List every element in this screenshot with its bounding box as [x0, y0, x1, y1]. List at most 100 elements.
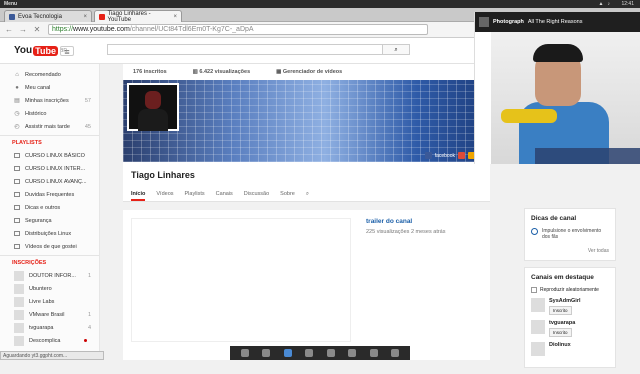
channel-avatar[interactable]	[127, 83, 179, 131]
channel-name: Tiago Linhares	[131, 170, 195, 180]
network-icon[interactable]: ▲	[599, 1, 604, 7]
tab-evoa[interactable]: Evoa Tecnologia ×	[4, 10, 92, 22]
sidebar-item-inscricoes[interactable]: ▤ Minhas inscrições 57	[0, 94, 99, 107]
channel-banner: facebook	[123, 80, 490, 162]
facebook-favicon-icon	[9, 13, 15, 20]
avatar-figure-face	[145, 91, 161, 109]
channel-avatar	[14, 309, 24, 320]
subscription-item[interactable]: tvguarapa 4	[0, 321, 99, 334]
playlist-icon	[14, 205, 20, 210]
featured-title: Canais em destaque	[531, 274, 594, 281]
facebook-link[interactable]: facebook	[435, 153, 455, 159]
channel-header: Tiago Linhares Início Vídeos Playlists C…	[123, 162, 490, 202]
trash-icon[interactable]	[391, 349, 400, 357]
video-manager-link[interactable]: ▦ Gerenciador de vídeos	[276, 69, 342, 75]
subscriber-count: 176 inscritos	[133, 69, 167, 75]
featured-channels-card: Canais em destaque Reproduzir aleatoriam…	[524, 267, 616, 368]
sidebar-item-historico[interactable]: ◷ Histórico	[0, 107, 99, 120]
editor-icon[interactable]	[369, 349, 378, 357]
search-button[interactable]: ⌕	[382, 44, 410, 55]
subscription-item[interactable]: Livre Labs	[0, 295, 99, 308]
album-art-icon	[479, 17, 489, 27]
sidebar-item-label: Recomendado	[25, 71, 61, 78]
sidebar-item-meu-canal[interactable]: ● Meu canal	[0, 81, 99, 94]
subscription-item[interactable]: Ubuntero	[0, 282, 99, 295]
tip-text: Impulsione o envolvimento dos fãs	[542, 228, 602, 240]
settings-icon[interactable]	[305, 349, 314, 357]
playlist-icon	[14, 218, 20, 223]
stop-icon[interactable]: ✕	[32, 25, 42, 35]
playlist-item[interactable]: Segurança	[0, 214, 99, 227]
guide-menu-icon[interactable]: ≡	[60, 46, 74, 57]
search-input[interactable]	[107, 44, 410, 55]
subscription-label: DOUTOR INFOR...	[29, 272, 76, 279]
playlist-item[interactable]: CURSO LINUX BÁSICO	[0, 149, 99, 162]
forward-icon[interactable]: →	[18, 25, 28, 35]
subscribed-button[interactable]: Inscrito	[549, 328, 572, 337]
playlist-icon	[14, 192, 20, 197]
tab-canais[interactable]: Canais	[216, 191, 233, 201]
tab-discussao[interactable]: Discussão	[244, 191, 269, 201]
status-bar: Aguardando yt3.ggpht.com...	[0, 351, 104, 360]
search-icon: ⌕	[394, 47, 398, 53]
playlist-item[interactable]: CURSO LINUX INTER...	[0, 162, 99, 175]
shuffle-toggle[interactable]: Reproduzir aleatoriamente	[531, 287, 609, 293]
playlist-item[interactable]: Distribuições Linux	[0, 227, 99, 240]
browser-icon[interactable]	[283, 349, 292, 357]
featured-channel-name: Diolinux	[549, 342, 571, 348]
clock-icon: ◴	[14, 123, 20, 130]
tab-youtube[interactable]: Tiago Linhares - YouTube ×	[94, 10, 182, 23]
youtube-logo[interactable]: You Tube BR	[14, 45, 67, 56]
guide-sidebar: ⌂ Recomendado ● Meu canal ▤ Minhas inscriçõ…	[0, 64, 100, 352]
subscription-item[interactable]: Descomplica	[0, 334, 99, 347]
right-column: Dicas de canal Impulsione o envolvimento…	[524, 208, 616, 374]
tab-inicio[interactable]: Início	[131, 191, 146, 201]
count-badge: 1	[87, 311, 91, 318]
tab-playlists[interactable]: Playlists	[185, 191, 205, 201]
address-bar[interactable]: https:// www.youtube.com /channel/UCt84T…	[48, 24, 428, 35]
avatar-figure-body	[138, 109, 168, 131]
tip-item[interactable]: Impulsione o envolvimento dos fãs	[531, 228, 609, 240]
featured-channel[interactable]: Diolinux	[531, 342, 609, 356]
webcam-person-hair	[533, 44, 583, 62]
playlist-item[interactable]: Duvidas Frequentes	[0, 188, 99, 201]
sidebar-item-assistir-mais-tarde[interactable]: ◴ Assistir mais tarde 45	[0, 120, 99, 133]
music-icon[interactable]	[326, 349, 335, 357]
tab-videos[interactable]: Vídeos	[156, 191, 173, 201]
featured-channel[interactable]: SysAdmGirl Inscrito	[531, 298, 609, 315]
terminal-icon[interactable]	[262, 349, 271, 357]
desktop-menu-button[interactable]: Menu	[0, 1, 21, 7]
subscription-item[interactable]: VMware Brasil 1	[0, 308, 99, 321]
trailer-title[interactable]: trailer do canal	[366, 218, 412, 225]
playlist-item[interactable]: Dicas e outros	[0, 201, 99, 214]
trailer-video-player[interactable]	[131, 218, 351, 342]
back-icon[interactable]: ←	[4, 25, 14, 35]
subscribed-button[interactable]: Inscrito	[549, 306, 572, 315]
logo-tube: Tube	[33, 45, 58, 56]
camera-icon[interactable]	[348, 349, 357, 357]
playlist-item[interactable]: CURSO LINUX AVANÇ...	[0, 175, 99, 188]
sidebar-item-recomendado[interactable]: ⌂ Recomendado	[0, 68, 99, 81]
playlist-item[interactable]: Vídeos de que gostei	[0, 240, 99, 253]
files-icon[interactable]	[240, 349, 249, 357]
subscription-item[interactable]: DOUTOR INFOR... 1	[0, 269, 99, 282]
tips-title: Dicas de canal	[531, 215, 577, 222]
playlists-heading[interactable]: PLAYLISTS	[0, 135, 99, 149]
see-all-link[interactable]: Ver todas	[531, 248, 609, 254]
googleplus-icon[interactable]	[458, 152, 465, 159]
grid-icon: ▦	[276, 69, 283, 75]
featured-channel[interactable]: tvguarapa Inscrito	[531, 320, 609, 337]
channel-search-icon[interactable]: ⌕	[306, 191, 309, 201]
checkbox[interactable]	[531, 287, 537, 293]
playlist-label: Vídeos de que gostei	[25, 243, 77, 250]
close-tab-icon[interactable]: ×	[173, 14, 177, 20]
close-tab-icon[interactable]: ×	[83, 14, 87, 20]
sidebar-item-label: Meu canal	[25, 84, 51, 91]
tab-sobre[interactable]: Sobre	[280, 191, 295, 201]
subscriptions-heading[interactable]: INSCRIÇÕES	[0, 255, 99, 269]
count-badge: 1	[87, 272, 91, 279]
clock[interactable]: 12:41	[621, 1, 634, 7]
volume-icon[interactable]: ♪	[608, 1, 611, 7]
facebook-icon[interactable]	[424, 152, 432, 159]
channel-tips-card: Dicas de canal Impulsione o envolvimento…	[524, 208, 616, 261]
